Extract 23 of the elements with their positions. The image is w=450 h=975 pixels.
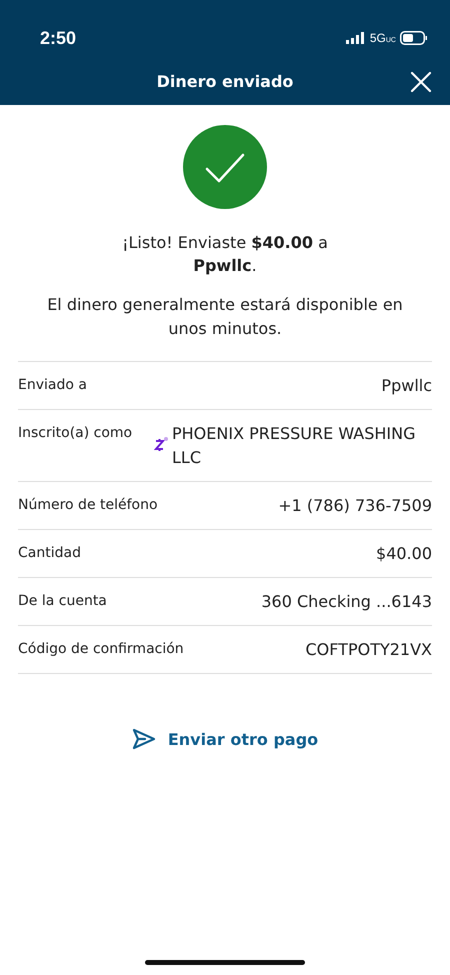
close-icon[interactable] bbox=[410, 71, 432, 93]
detail-value: +1 (786) 736-7509 bbox=[278, 495, 432, 517]
success-check-icon bbox=[183, 125, 267, 209]
detail-value: Ppwllc bbox=[381, 375, 432, 397]
send-another-payment-link[interactable]: Enviar otro pago bbox=[128, 724, 322, 754]
detail-value: 360 Checking ...6143 bbox=[261, 591, 432, 613]
detail-value: $40.00 bbox=[376, 543, 432, 565]
detail-label: Cantidad bbox=[18, 544, 81, 563]
screen-title: Dinero enviado bbox=[156, 72, 294, 91]
detail-label: Enviado a bbox=[18, 376, 87, 395]
detail-label: Código de confirmación bbox=[18, 640, 184, 659]
battery-icon bbox=[400, 31, 428, 45]
detail-value: COFTPOTY21VX bbox=[305, 639, 432, 661]
detail-label: Inscrito(a) como bbox=[18, 424, 132, 443]
signal-icon bbox=[346, 32, 366, 44]
detail-label: De la cuenta bbox=[18, 592, 107, 611]
detail-label: Número de teléfono bbox=[18, 496, 158, 515]
zelle-logo-icon bbox=[154, 435, 168, 453]
confirmation-message: ¡Listo! Enviaste $40.00 a Ppwllc. bbox=[121, 232, 329, 277]
availability-note: El dinero generalmente estará disponible en unos minutos. bbox=[46, 294, 404, 340]
detail-value: PHOENIX PRESSURE WASHING LLC bbox=[172, 423, 416, 469]
status-time: 2:50 bbox=[40, 28, 76, 48]
send-icon bbox=[132, 728, 156, 750]
